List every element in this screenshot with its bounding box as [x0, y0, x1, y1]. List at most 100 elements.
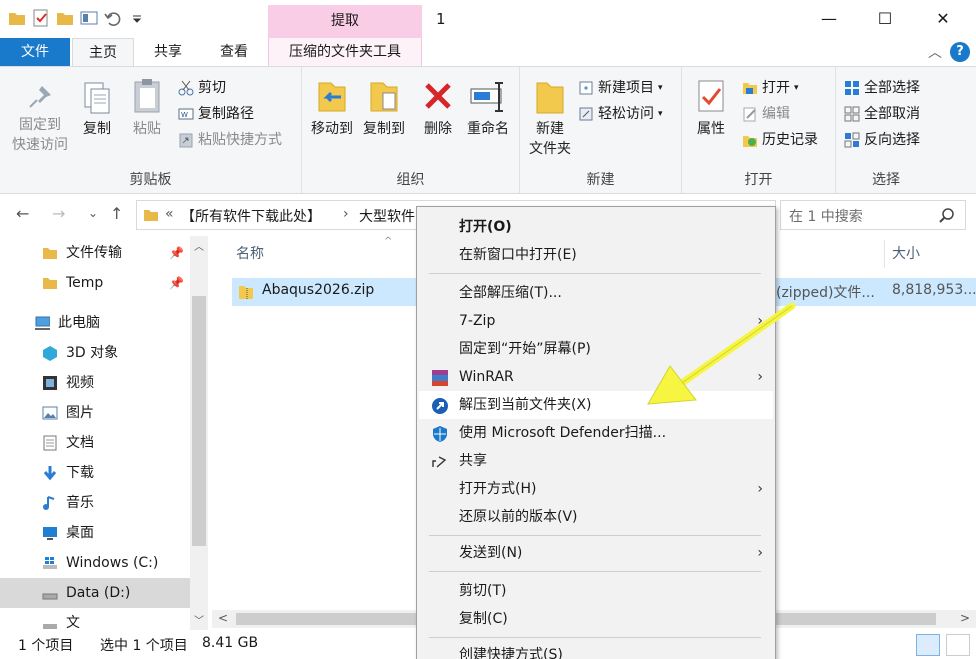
menu-item-open[interactable]: 打开(O)	[419, 213, 773, 241]
new-group: 新建 文件夹 新建项目 ▾ 轻松访问 ▾ 新建	[520, 67, 682, 193]
menu-separator	[429, 637, 761, 638]
copy-button[interactable]: 复制	[76, 81, 118, 139]
nav-item-temp[interactable]: Temp 📌	[0, 268, 190, 298]
view-icon[interactable]	[80, 9, 98, 27]
annotation-arrow	[647, 302, 796, 405]
maximize-button[interactable]: ☐	[862, 6, 908, 32]
tab-file[interactable]: 文件	[0, 38, 70, 66]
menu-item-open-with[interactable]: 打开方式(H) ›	[419, 475, 773, 503]
nav-item-downloads[interactable]: 下载	[0, 458, 190, 488]
nav-pane-scroll-thumb[interactable]	[192, 296, 206, 546]
column-header-name[interactable]: 名称	[236, 236, 264, 272]
move-to-button[interactable]: 移动到	[306, 79, 358, 139]
breadcrumb-large-software[interactable]: 大型软件	[359, 206, 415, 226]
invert-selection-button[interactable]: 反向选择	[844, 129, 920, 151]
properties-icon	[698, 80, 724, 112]
menu-item-open-new-window[interactable]: 在新窗口中打开(E)	[419, 241, 773, 269]
help-icon[interactable]: ?	[950, 42, 970, 62]
tab-compressed-folder-tools[interactable]: 压缩的文件夹工具	[268, 38, 422, 66]
nav-item-windows-c[interactable]: Windows (C:)	[0, 548, 190, 578]
cut-button[interactable]: 剪切	[178, 77, 226, 99]
menu-item-copy[interactable]: 复制(C)	[419, 605, 773, 633]
menu-separator	[429, 535, 761, 536]
up-arrow-icon[interactable]: ↑	[110, 204, 123, 223]
menu-item-defender-scan[interactable]: 使用 Microsoft Defender扫描...	[419, 419, 773, 447]
folder-icon	[8, 9, 26, 27]
column-header-size[interactable]: 大小	[892, 236, 920, 272]
select-none-icon	[844, 106, 860, 122]
nav-item-desktop[interactable]: 桌面	[0, 518, 190, 548]
scroll-right-icon[interactable]: >	[960, 611, 970, 625]
new-folder-button[interactable]: 新建 文件夹	[524, 79, 576, 159]
nav-pane-scrollbar[interactable]: ︿ ﹀	[190, 236, 208, 630]
windows-drive-icon	[43, 557, 57, 569]
collapse-ribbon-icon[interactable]: ︿	[928, 42, 942, 62]
back-arrow-icon[interactable]: ←	[16, 204, 29, 223]
scroll-up-icon[interactable]: ︿	[194, 238, 204, 253]
new-item-button[interactable]: 新建项目 ▾	[578, 77, 663, 99]
menu-item-restore-versions[interactable]: 还原以前的版本(V)	[419, 503, 773, 531]
folder-icon	[43, 248, 57, 259]
menu-item-create-shortcut[interactable]: 创建快捷方式(S)	[419, 641, 773, 659]
nav-item-videos[interactable]: 视频	[0, 368, 190, 398]
open-button[interactable]: 打开 ▾	[742, 77, 799, 99]
tab-share[interactable]: 共享	[138, 38, 198, 66]
copy-icon	[84, 82, 110, 114]
scroll-left-icon[interactable]: <	[218, 611, 228, 625]
tab-view[interactable]: 查看	[204, 38, 264, 66]
undo-icon[interactable]	[104, 9, 122, 27]
easy-access-button[interactable]: 轻松访问 ▾	[578, 103, 663, 125]
delete-label: 删除	[424, 121, 452, 137]
close-button[interactable]: ✕	[920, 6, 966, 32]
breadcrumb-all-software[interactable]: 【所有软件下载此处】	[181, 206, 321, 226]
search-placeholder: 在 1 中搜索	[789, 209, 863, 225]
organize-group: 移动到 复制到 删除 重命名 组织	[302, 67, 520, 193]
menu-item-cut[interactable]: 剪切(T)	[419, 577, 773, 605]
select-none-label: 全部取消	[864, 106, 920, 122]
properties-label: 属性	[697, 121, 725, 137]
clipboard-icon	[134, 79, 160, 113]
details-view-icon[interactable]	[916, 634, 940, 656]
customize-dropdown-icon[interactable]	[128, 9, 146, 27]
pin-quick-access-button[interactable]: 固定到 快速访问	[6, 83, 74, 155]
clipboard-group: 固定到 快速访问 复制 粘贴 剪切 W 复制路径 粘贴快捷方式 剪贴板	[0, 67, 302, 193]
folder-icon	[43, 278, 57, 289]
menu-item-send-to[interactable]: 发送到(N) ›	[419, 539, 773, 567]
edit-button[interactable]: 编辑	[742, 103, 790, 125]
select-none-button[interactable]: 全部取消	[844, 103, 920, 125]
properties-button[interactable]: 属性	[688, 79, 734, 139]
nav-item-3d-objects[interactable]: 3D 对象	[0, 338, 190, 368]
quick-access-toolbar	[8, 9, 146, 27]
recent-locations-icon[interactable]: ⌄	[88, 206, 98, 220]
nav-item-data-d[interactable]: Data (D:)	[0, 578, 190, 608]
menu-item-share[interactable]: 共享	[419, 447, 773, 475]
forward-arrow-icon[interactable]: →	[52, 204, 65, 223]
search-box[interactable]: 在 1 中搜索	[780, 200, 966, 230]
new-folder-icon[interactable]	[56, 9, 74, 27]
paste-shortcut-button[interactable]: 粘贴快捷方式	[178, 129, 282, 151]
nav-item-documents[interactable]: 文档	[0, 428, 190, 458]
nav-item-music[interactable]: 音乐	[0, 488, 190, 518]
paste-button[interactable]: 粘贴	[126, 77, 168, 139]
properties-check-icon[interactable]	[32, 9, 50, 27]
nav-item-this-pc[interactable]: 此电脑	[0, 308, 190, 338]
history-button[interactable]: 历史记录	[742, 129, 818, 151]
nav-item-pictures[interactable]: 图片	[0, 398, 190, 428]
select-all-button[interactable]: 全部选择	[844, 77, 920, 99]
paste-shortcut-label: 粘贴快捷方式	[198, 132, 282, 148]
submenu-arrow-icon: ›	[757, 545, 763, 561]
breadcrumb-overflow[interactable]: «	[165, 206, 174, 222]
edit-label: 编辑	[762, 106, 790, 122]
large-icons-view-icon[interactable]	[946, 634, 970, 656]
breadcrumb-separator[interactable]: ›	[343, 206, 349, 222]
copy-to-button[interactable]: 复制到	[358, 79, 410, 139]
nav-item-partial[interactable]: 文	[0, 608, 190, 630]
tab-home[interactable]: 主页	[72, 38, 134, 66]
rename-button[interactable]: 重命名	[460, 79, 516, 139]
extract-context-header: 提取	[268, 5, 422, 38]
minimize-button[interactable]: —	[806, 6, 852, 32]
scroll-down-icon[interactable]: ﹀	[194, 612, 204, 627]
copy-path-button[interactable]: W 复制路径	[178, 103, 254, 125]
delete-button[interactable]: 删除	[416, 79, 460, 139]
nav-item-file-transfer[interactable]: 文件传输 📌	[0, 238, 190, 268]
